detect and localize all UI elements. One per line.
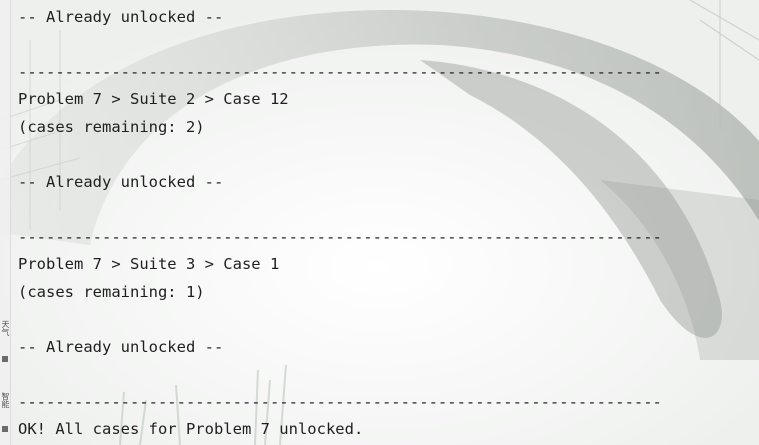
console-line: Problem 7 > Suite 3 > Case 1 — [18, 255, 280, 273]
console-line: -- Already unlocked -- — [18, 173, 224, 191]
console-line: -- Already unlocked -- — [18, 8, 224, 26]
gutter-marker-icon — [2, 426, 8, 432]
console-line: (cases remaining: 1) — [18, 283, 205, 301]
console-line: Problem 7 > Suite 2 > Case 12 — [18, 90, 289, 108]
console-line: -- Already unlocked -- — [18, 338, 224, 356]
console-separator: ----------------------------------------… — [18, 393, 662, 411]
left-gutter: 天气 智能 — [0, 0, 11, 445]
gutter-label-bottom: 智能 — [1, 392, 10, 408]
console-line: (cases remaining: 2) — [18, 118, 205, 136]
console-separator: ----------------------------------------… — [18, 228, 662, 246]
console-separator: ----------------------------------------… — [18, 63, 662, 81]
gutter-label-top: 天气 — [1, 320, 10, 336]
console-line: OK! All cases for Problem 7 unlocked. — [18, 420, 364, 438]
console-output: -- Already unlocked -- -----------------… — [18, 0, 753, 445]
gutter-marker-icon — [2, 356, 8, 362]
